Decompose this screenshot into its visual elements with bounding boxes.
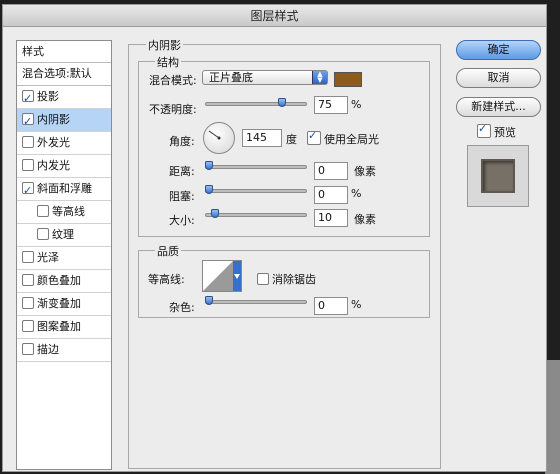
shadow-color-swatch[interactable] bbox=[334, 72, 362, 87]
choke-slider-handle[interactable] bbox=[205, 185, 213, 194]
outer-glow-checkbox[interactable] bbox=[22, 136, 34, 148]
dialog-title: 图层样式 bbox=[3, 5, 546, 27]
texture-checkbox[interactable] bbox=[37, 228, 49, 240]
inner-shadow-label: 内阴影 bbox=[37, 113, 70, 126]
preview-label: 预览 bbox=[494, 126, 516, 139]
blend-mode-value: 正片叠底 bbox=[209, 71, 253, 84]
pattern-overlay-checkbox[interactable] bbox=[22, 320, 34, 332]
angle-needle-icon bbox=[208, 130, 221, 140]
contour-picker[interactable] bbox=[202, 260, 242, 292]
contour-preview-icon bbox=[203, 261, 241, 291]
style-item-gradient-overlay[interactable]: 渐变叠加 bbox=[17, 293, 111, 316]
bevel-emboss-label: 斜面和浮雕 bbox=[37, 182, 92, 195]
bevel-emboss-checkbox[interactable] bbox=[22, 180, 34, 202]
style-item-color-overlay[interactable]: 颜色叠加 bbox=[17, 270, 111, 293]
distance-label: 距离: bbox=[169, 165, 195, 178]
antialias-label: 消除锯齿 bbox=[272, 273, 316, 286]
color-overlay-label: 颜色叠加 bbox=[37, 274, 81, 287]
noise-unit: % bbox=[351, 298, 362, 311]
inner-glow-label: 内发光 bbox=[37, 159, 70, 172]
global-light-option[interactable]: 使用全局光 bbox=[307, 129, 379, 147]
distance-input[interactable]: 0 bbox=[314, 162, 348, 180]
preview-option[interactable]: 预览 bbox=[477, 122, 516, 140]
global-light-checkbox[interactable] bbox=[307, 129, 321, 145]
blending-options-item[interactable]: 混合选项:默认 bbox=[17, 63, 111, 86]
noise-slider[interactable] bbox=[205, 296, 307, 305]
background-panel-edge bbox=[545, 360, 560, 474]
inner-shadow-title: 内阴影 bbox=[146, 37, 183, 53]
size-unit: 像素 bbox=[354, 213, 376, 226]
inner-shadow-checkbox[interactable] bbox=[22, 111, 34, 133]
gradient-overlay-label: 渐变叠加 bbox=[37, 297, 81, 310]
style-item-stroke[interactable]: 描边 bbox=[17, 339, 111, 362]
opacity-unit: % bbox=[351, 98, 362, 111]
blending-options-label: 混合选项:默认 bbox=[22, 67, 92, 80]
style-item-inner-shadow[interactable]: 内阴影 bbox=[17, 109, 111, 133]
drop-shadow-checkbox[interactable] bbox=[22, 88, 34, 110]
pattern-overlay-label: 图案叠加 bbox=[37, 320, 81, 333]
choke-input[interactable]: 0 bbox=[314, 186, 348, 204]
opacity-label: 不透明度: bbox=[149, 103, 197, 116]
cancel-button[interactable]: 取消 bbox=[456, 68, 541, 88]
structure-title: 结构 bbox=[155, 54, 181, 70]
style-item-satin[interactable]: 光泽 bbox=[17, 247, 111, 270]
angle-input[interactable]: 145 bbox=[242, 129, 282, 147]
distance-slider[interactable] bbox=[205, 161, 307, 170]
color-overlay-checkbox[interactable] bbox=[22, 274, 34, 286]
style-item-bevel-emboss[interactable]: 斜面和浮雕 bbox=[17, 178, 111, 202]
stroke-label: 描边 bbox=[37, 343, 59, 356]
blend-mode-label: 混合模式: bbox=[149, 74, 197, 87]
texture-label: 纹理 bbox=[52, 228, 74, 241]
opacity-slider-handle[interactable] bbox=[278, 98, 286, 107]
style-item-outer-glow[interactable]: 外发光 bbox=[17, 132, 111, 155]
ok-button[interactable]: 确定 bbox=[456, 40, 541, 60]
gradient-overlay-checkbox[interactable] bbox=[22, 297, 34, 309]
stroke-checkbox[interactable] bbox=[22, 343, 34, 355]
style-item-drop-shadow[interactable]: 投影 bbox=[17, 86, 111, 110]
noise-input[interactable]: 0 bbox=[314, 297, 348, 315]
preview-checkbox[interactable] bbox=[477, 122, 491, 138]
size-slider-handle[interactable] bbox=[211, 209, 219, 218]
angle-dial[interactable] bbox=[203, 122, 235, 154]
style-item-inner-glow[interactable]: 内发光 bbox=[17, 155, 111, 178]
antialias-option[interactable]: 消除锯齿 bbox=[257, 271, 316, 287]
style-preview-swatch bbox=[481, 159, 515, 193]
contour-label: 等高线 bbox=[52, 205, 85, 218]
noise-slider-handle[interactable] bbox=[205, 296, 213, 305]
blend-mode-select[interactable]: 正片叠底 ▲ ▼ bbox=[202, 70, 328, 85]
choke-label: 阻塞: bbox=[169, 190, 195, 203]
angle-label: 角度: bbox=[169, 135, 195, 148]
choke-unit: % bbox=[351, 187, 362, 200]
choke-slider[interactable] bbox=[205, 185, 307, 194]
size-label: 大小: bbox=[169, 214, 195, 227]
blend-mode-dropdown-icon: ▲ ▼ bbox=[312, 71, 327, 84]
angle-unit: 度 bbox=[286, 133, 297, 146]
drop-shadow-label: 投影 bbox=[37, 90, 59, 103]
noise-label: 杂色: bbox=[169, 301, 195, 314]
size-input[interactable]: 10 bbox=[314, 209, 348, 227]
satin-checkbox[interactable] bbox=[22, 251, 34, 263]
global-light-label: 使用全局光 bbox=[324, 133, 379, 146]
style-item-texture[interactable]: 纹理 bbox=[17, 224, 111, 247]
outer-glow-label: 外发光 bbox=[37, 136, 70, 149]
size-slider[interactable] bbox=[205, 209, 307, 218]
inner-glow-checkbox[interactable] bbox=[22, 159, 34, 171]
satin-label: 光泽 bbox=[37, 251, 59, 264]
contour-label: 等高线: bbox=[148, 273, 185, 286]
styles-list: 样式 混合选项:默认 投影 内阴影 外发光 内发光 斜面和浮雕 等高线 纹理 光… bbox=[16, 40, 112, 470]
distance-unit: 像素 bbox=[354, 165, 376, 178]
opacity-slider[interactable] bbox=[205, 98, 307, 107]
style-item-contour[interactable]: 等高线 bbox=[17, 201, 111, 224]
style-item-pattern-overlay[interactable]: 图案叠加 bbox=[17, 316, 111, 339]
layer-style-dialog: 图层样式 样式 混合选项:默认 投影 内阴影 外发光 内发光 斜面和浮雕 等高线… bbox=[2, 4, 547, 472]
quality-title: 品质 bbox=[155, 243, 181, 259]
distance-slider-handle[interactable] bbox=[205, 161, 213, 170]
new-style-button[interactable]: 新建样式... bbox=[456, 97, 541, 117]
contour-checkbox[interactable] bbox=[37, 205, 49, 217]
opacity-input[interactable]: 75 bbox=[314, 96, 348, 114]
antialias-checkbox[interactable] bbox=[257, 273, 269, 285]
styles-list-header: 样式 bbox=[17, 41, 111, 63]
style-preview-thumbnail bbox=[467, 145, 529, 207]
